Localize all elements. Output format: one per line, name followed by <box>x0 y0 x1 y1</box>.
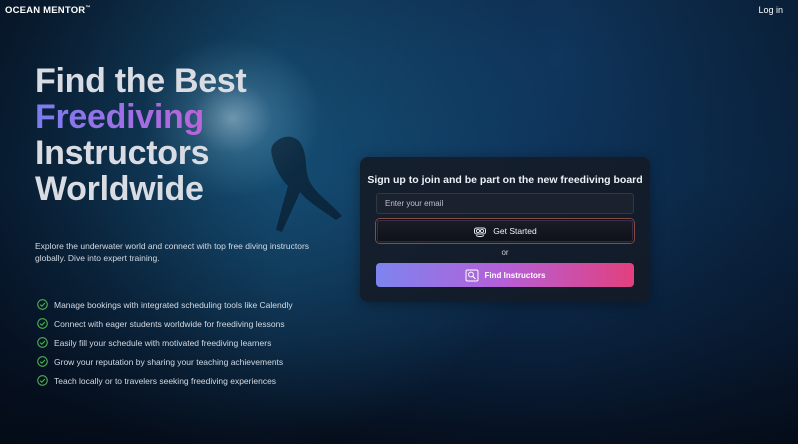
feature-text: Easily fill your schedule with motivated… <box>54 337 272 348</box>
check-circle-icon <box>37 375 48 386</box>
get-started-label: Get Started <box>493 226 537 236</box>
feature-text: Manage bookings with integrated scheduli… <box>54 299 293 310</box>
check-circle-icon <box>37 356 48 367</box>
find-instructors-label: Find Instructors <box>484 270 546 280</box>
find-instructors-button[interactable]: Find Instructors <box>376 263 634 287</box>
feature-item: Teach locally or to travelers seeking fr… <box>37 371 293 390</box>
hero-line-1: Find the Best <box>35 62 247 100</box>
feature-item: Easily fill your schedule with motivated… <box>37 333 293 352</box>
search-instructor-icon <box>465 269 479 281</box>
feature-item: Grow your reputation by sharing your tea… <box>37 352 293 371</box>
feature-item: Connect with eager students worldwide fo… <box>37 314 293 333</box>
feature-text: Teach locally or to travelers seeking fr… <box>54 375 277 386</box>
check-circle-icon <box>37 337 48 348</box>
top-bar: OCEAN MENTOR™ Log in <box>0 0 798 22</box>
email-input[interactable] <box>376 193 634 214</box>
hero-title: Find the Best Freediving Instructors Wor… <box>35 63 355 207</box>
feature-list: Manage bookings with integrated scheduli… <box>37 295 293 390</box>
feature-text: Connect with eager students worldwide fo… <box>54 318 285 329</box>
or-divider: or <box>501 248 509 257</box>
check-circle-icon <box>37 318 48 329</box>
feature-text: Grow your reputation by sharing your tea… <box>54 356 284 367</box>
intro-text: Explore the underwater world and connect… <box>35 241 310 263</box>
login-link[interactable]: Log in <box>758 5 783 15</box>
hero-line-3: Instructors <box>35 134 210 172</box>
feature-item: Manage bookings with integrated scheduli… <box>37 295 293 314</box>
diver-mask-icon <box>474 227 487 237</box>
hero-line-highlight: Freediving <box>35 99 355 135</box>
signup-title: Sign up to join and be part on the new f… <box>367 174 643 186</box>
brand-logo[interactable]: OCEAN MENTOR™ <box>5 5 91 16</box>
hero-line-4: Worldwide <box>35 170 204 208</box>
get-started-button[interactable]: Get Started <box>376 219 634 243</box>
check-circle-icon <box>37 299 48 310</box>
